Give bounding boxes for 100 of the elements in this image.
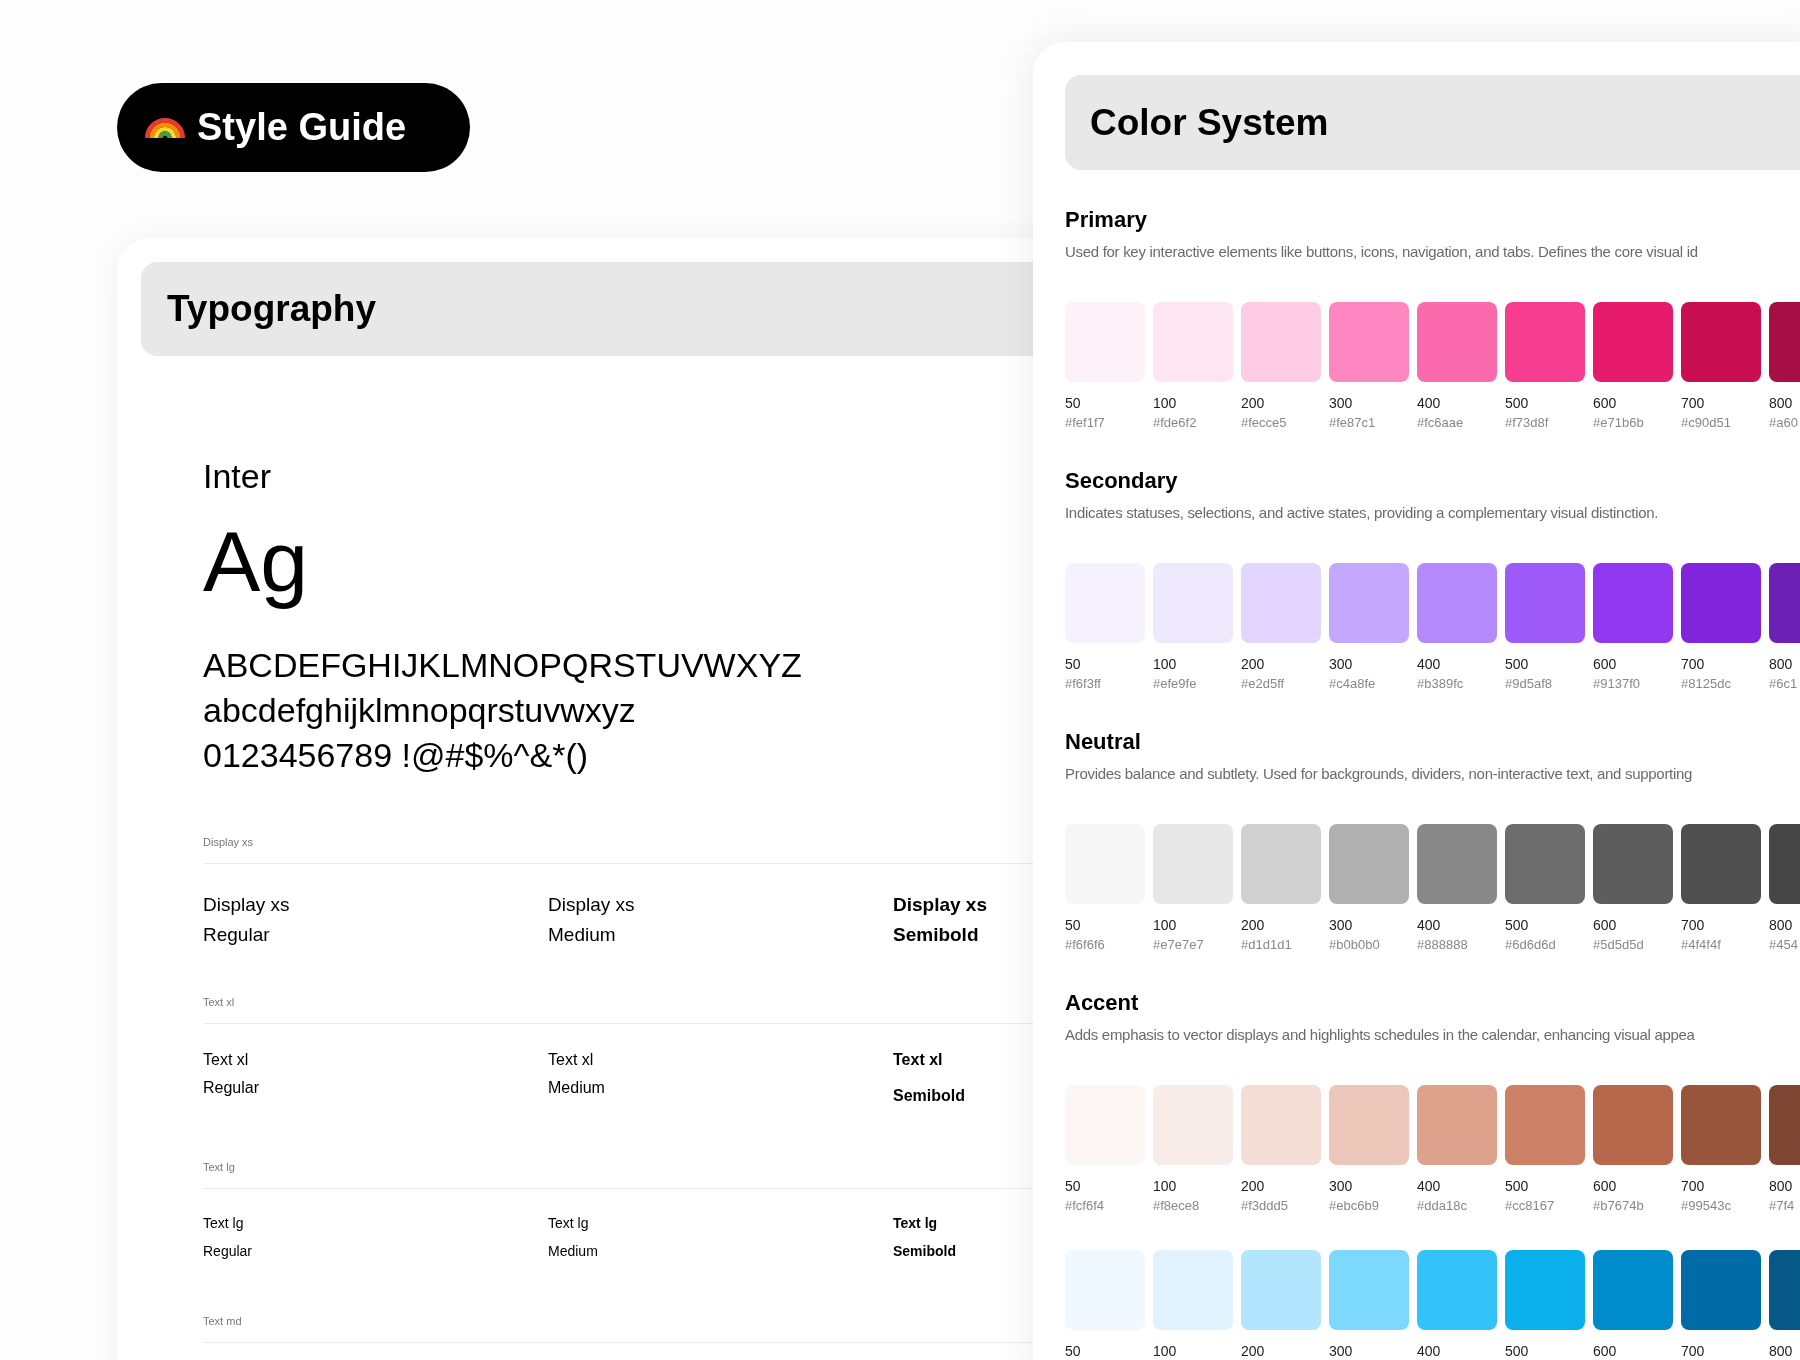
swatch-hex: #f73d8f: [1505, 414, 1549, 431]
section-title: Typography: [167, 287, 376, 332]
badge-title: Style Guide: [197, 105, 407, 150]
sample-weight: Regular: [203, 922, 270, 947]
swatch-step: 200: [1241, 916, 1265, 934]
sample-weight: Semibold: [893, 1085, 965, 1106]
swatch-hex: #fcf6f4: [1065, 1197, 1105, 1214]
sample-weight: Regular: [203, 1241, 253, 1261]
scale-label: Text md: [203, 1314, 242, 1330]
swatch-hex: #b389fc: [1417, 675, 1464, 692]
sample-weight: Semibold: [893, 1241, 956, 1261]
swatch-hex: #454: [1769, 936, 1798, 953]
swatch-step: 100: [1153, 916, 1177, 934]
swatch-hex: #f6f6f6: [1065, 936, 1105, 953]
swatch-hex: #6c1: [1769, 675, 1798, 692]
scale-label: Display xs: [203, 835, 254, 851]
swatch-step: 300: [1329, 394, 1353, 412]
swatch-hex: #9137f0: [1593, 675, 1640, 692]
swatch-hex: #c4a8fe: [1329, 675, 1376, 692]
swatch-hex: #efe9fe: [1153, 675, 1197, 692]
swatch-step: 50: [1065, 394, 1081, 412]
swatch-step: 700: [1681, 655, 1705, 673]
sample-weight: Medium: [548, 1241, 598, 1261]
sample-name: Text xl: [203, 1049, 249, 1070]
sample-name: Text lg: [893, 1213, 938, 1233]
swatch-hex: #e2d5ff: [1241, 675, 1285, 692]
font-specimen: Ag: [203, 512, 309, 611]
swatch-step: 500: [1505, 394, 1529, 412]
swatch-step: 100: [1153, 655, 1177, 673]
swatch-hex: #8125dc: [1681, 675, 1731, 692]
swatch-step: 800: [1769, 655, 1793, 673]
swatch-step: 500: [1505, 916, 1529, 934]
swatch-hex: #5d5d5d: [1593, 936, 1644, 953]
swatch-step: 600: [1593, 1342, 1617, 1360]
swatch-hex: #fe87c1: [1329, 414, 1376, 431]
sample-weight: Medium: [548, 922, 616, 947]
scale-label: Text xl: [203, 995, 235, 1011]
sample-name: Display xs: [548, 892, 635, 917]
swatch-step: 300: [1329, 916, 1353, 934]
swatch-step: 300: [1329, 655, 1353, 673]
swatch-step: 600: [1593, 655, 1617, 673]
palette-description: Indicates statuses, selections, and active states, providing a complementary visual distinction.: [1065, 503, 1659, 523]
swatch-hex: #cc8167: [1505, 1197, 1555, 1214]
sample-weight: Medium: [548, 1077, 605, 1098]
swatch-step: 200: [1241, 1342, 1265, 1360]
character-set: abcdefghijklmnopqrstuvwxyz: [203, 690, 636, 732]
swatch-step: 600: [1593, 394, 1617, 412]
character-set: 0123456789 !@#$%^&*(): [203, 735, 589, 777]
swatch-hex: #fde6f2: [1153, 414, 1197, 431]
palette-title: Primary: [1065, 206, 1147, 234]
swatch-hex: #7f4: [1769, 1197, 1795, 1214]
swatch-hex: #b7674b: [1593, 1197, 1644, 1214]
swatch-step: 700: [1681, 394, 1705, 412]
swatch-hex: #fecce5: [1241, 414, 1287, 431]
palette-description: Adds emphasis to vector displays and highlights schedules in the calendar, enhancing visual appea: [1065, 1025, 1695, 1045]
swatch-step: 100: [1153, 1342, 1177, 1360]
swatch-step: 400: [1417, 394, 1441, 412]
swatch-step: 50: [1065, 916, 1081, 934]
swatch-step: 400: [1417, 916, 1441, 934]
swatch-step: 50: [1065, 1177, 1081, 1195]
swatch-hex: #e7e7e7: [1153, 936, 1204, 953]
swatch-step: 800: [1769, 394, 1793, 412]
swatch-hex: #9d5af8: [1505, 675, 1552, 692]
swatch-hex: #fef1f7: [1065, 414, 1105, 431]
swatch-step: 700: [1681, 1177, 1705, 1195]
swatch-hex: #a60: [1769, 414, 1798, 431]
swatch-step: 50: [1065, 1342, 1081, 1360]
swatch-hex: #f8ece8: [1153, 1197, 1200, 1214]
palette-title: Secondary: [1065, 467, 1178, 495]
swatch-hex: #fc6aae: [1417, 414, 1464, 431]
sample-weight: Semibold: [893, 922, 979, 947]
swatch-step: 400: [1417, 655, 1441, 673]
swatch-step: 700: [1681, 1342, 1705, 1360]
swatch-step: 300: [1329, 1342, 1353, 1360]
swatch-step: 100: [1153, 1177, 1177, 1195]
swatch-hex: #888888: [1417, 936, 1468, 953]
swatch-step: 200: [1241, 655, 1265, 673]
swatch-step: 800: [1769, 1177, 1793, 1195]
rainbow-icon: [145, 117, 185, 138]
font-name: Inter: [203, 456, 272, 496]
sample-name: Text xl: [893, 1049, 943, 1070]
swatch-step: 600: [1593, 1177, 1617, 1195]
swatch-step: 200: [1241, 1177, 1265, 1195]
swatch-hex: #f3ddd5: [1241, 1197, 1288, 1214]
swatch-step: 800: [1769, 1342, 1793, 1360]
character-set: ABCDEFGHIJKLMNOPQRSTUVWXYZ: [203, 645, 802, 687]
swatch-step: 200: [1241, 394, 1265, 412]
swatch-hex: #ebc6b9: [1329, 1197, 1379, 1214]
section-title: Color System: [1090, 100, 1329, 145]
scale-label: Text lg: [203, 1160, 235, 1176]
sample-name: Text lg: [203, 1213, 244, 1233]
swatch-step: 800: [1769, 916, 1793, 934]
swatch-hex: #e71b6b: [1593, 414, 1644, 431]
swatch-step: 500: [1505, 1177, 1529, 1195]
palette-title: Neutral: [1065, 728, 1141, 756]
swatch-step: 500: [1505, 1342, 1529, 1360]
swatch-hex: #dda18c: [1417, 1197, 1467, 1214]
sample-name: Display xs: [203, 892, 290, 917]
swatch-hex: #6d6d6d: [1505, 936, 1556, 953]
swatch-step: 400: [1417, 1342, 1441, 1360]
